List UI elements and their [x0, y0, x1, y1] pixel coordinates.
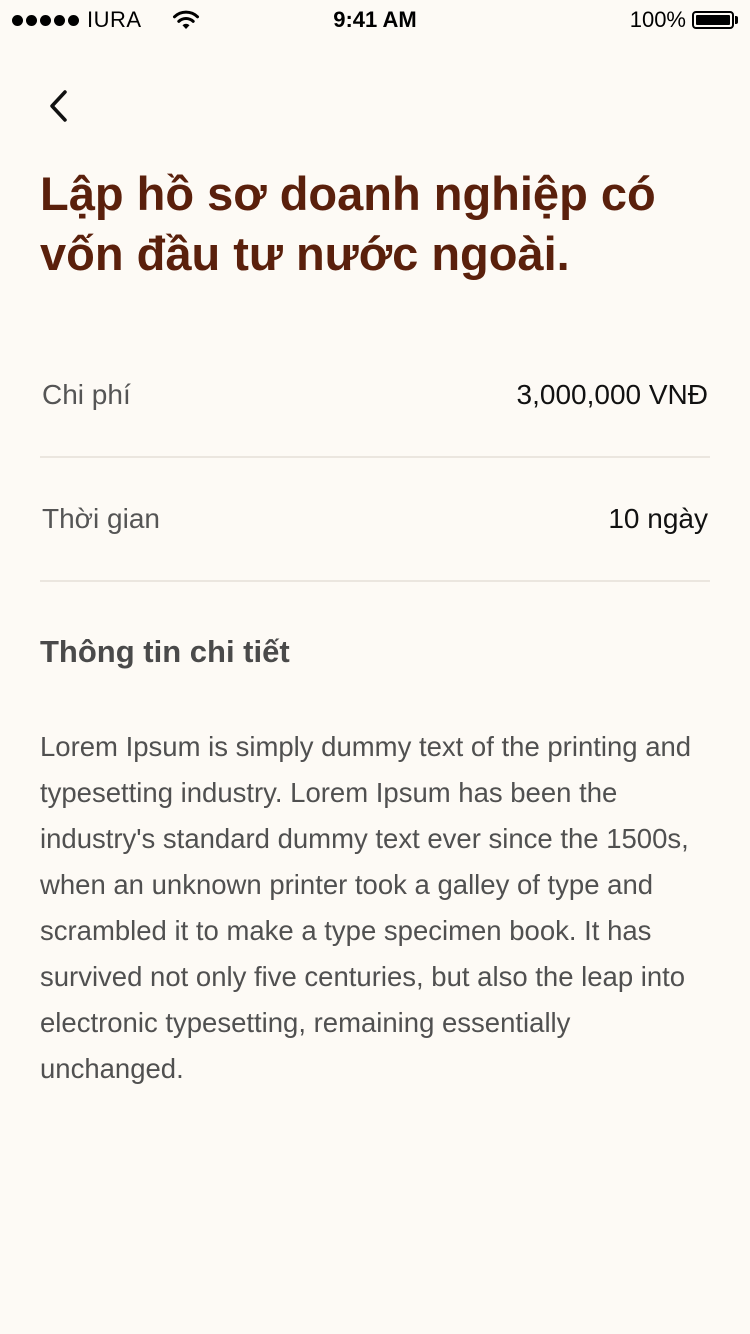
status-right: 100%: [630, 6, 738, 34]
duration-value: 10 ngày: [608, 503, 708, 534]
status-bar: IURA 9:41 AM 100%: [0, 0, 750, 40]
details-heading: Thông tin chi tiết: [40, 634, 290, 669]
duration-label: Thời gian: [42, 503, 160, 534]
back-button[interactable]: [36, 82, 80, 130]
cost-label: Chi phí: [42, 379, 131, 410]
cost-row: Chi phí 3,000,000 VNĐ: [40, 334, 710, 458]
battery-icon: [692, 11, 734, 29]
battery-percentage: 100%: [629, 7, 686, 32]
details-description: Lorem Ipsum is simply dummy text of the …: [40, 731, 692, 1084]
duration-row: Thời gian 10 ngày: [40, 458, 710, 582]
battery-cap: [735, 16, 738, 24]
page-title: Lập hồ sơ doanh nghiệp có vốn đầu tư nướ…: [40, 167, 656, 280]
cost-value: 3,000,000 VNĐ: [516, 379, 708, 410]
chevron-left-icon: [50, 90, 67, 122]
